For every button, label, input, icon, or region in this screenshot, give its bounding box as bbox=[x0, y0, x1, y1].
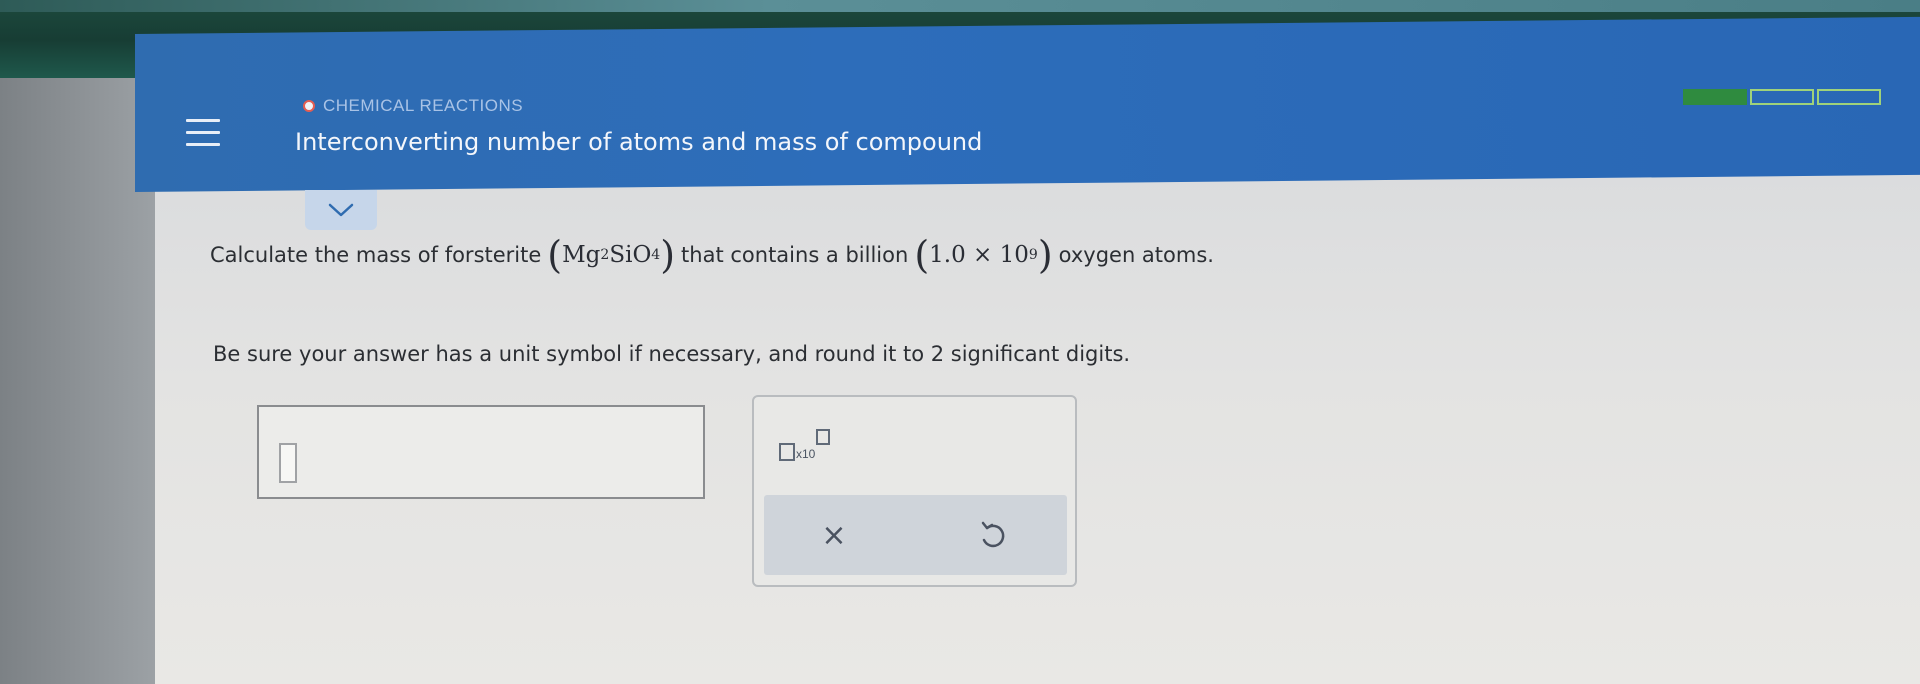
screen: CHEMICAL REACTIONS Interconverting numbe… bbox=[0, 0, 1920, 684]
answer-cursor[interactable] bbox=[279, 443, 297, 483]
hamburger-menu-icon[interactable] bbox=[186, 117, 220, 149]
clear-button[interactable]: × bbox=[814, 515, 854, 555]
answer-input[interactable] bbox=[257, 405, 705, 499]
progress-segment bbox=[1750, 89, 1814, 105]
math-tools-panel: x10 × bbox=[752, 395, 1077, 587]
tool-actions-bar: × bbox=[764, 495, 1067, 575]
x10-label: x10 bbox=[796, 447, 816, 461]
question-text: Calculate the mass of forsterite ( Mg 2 Si… bbox=[210, 236, 1214, 274]
left-margin bbox=[0, 78, 155, 684]
top-bezel bbox=[0, 0, 1920, 12]
progress-indicator bbox=[1683, 89, 1881, 105]
progress-segment bbox=[1817, 89, 1881, 105]
scientific-notation-button[interactable]: x10 bbox=[774, 427, 844, 467]
exponent-box-icon bbox=[816, 429, 830, 445]
undo-button[interactable] bbox=[972, 515, 1012, 555]
progress-segment bbox=[1683, 89, 1747, 105]
chevron-down-icon bbox=[328, 203, 354, 217]
page-title: Interconverting number of atoms and mass… bbox=[295, 128, 983, 156]
topic-row: CHEMICAL REACTIONS bbox=[303, 96, 523, 116]
undo-icon bbox=[981, 521, 1005, 548]
formula: ( Mg 2 SiO 4 ) bbox=[547, 233, 676, 277]
topic-status-dot-icon bbox=[303, 100, 315, 112]
mantissa-box-icon bbox=[779, 443, 795, 461]
question-middle: that contains a billion bbox=[681, 243, 909, 267]
topic-label: CHEMICAL REACTIONS bbox=[323, 96, 524, 115]
number-expression: ( 1.0 × 10 9 ) bbox=[914, 233, 1053, 277]
question-suffix: oxygen atoms. bbox=[1058, 243, 1214, 267]
instructions-text: Be sure your answer has a unit symbol if… bbox=[213, 342, 1131, 366]
collapse-button[interactable] bbox=[305, 190, 377, 230]
question-prefix: Calculate the mass of forsterite bbox=[210, 243, 542, 267]
